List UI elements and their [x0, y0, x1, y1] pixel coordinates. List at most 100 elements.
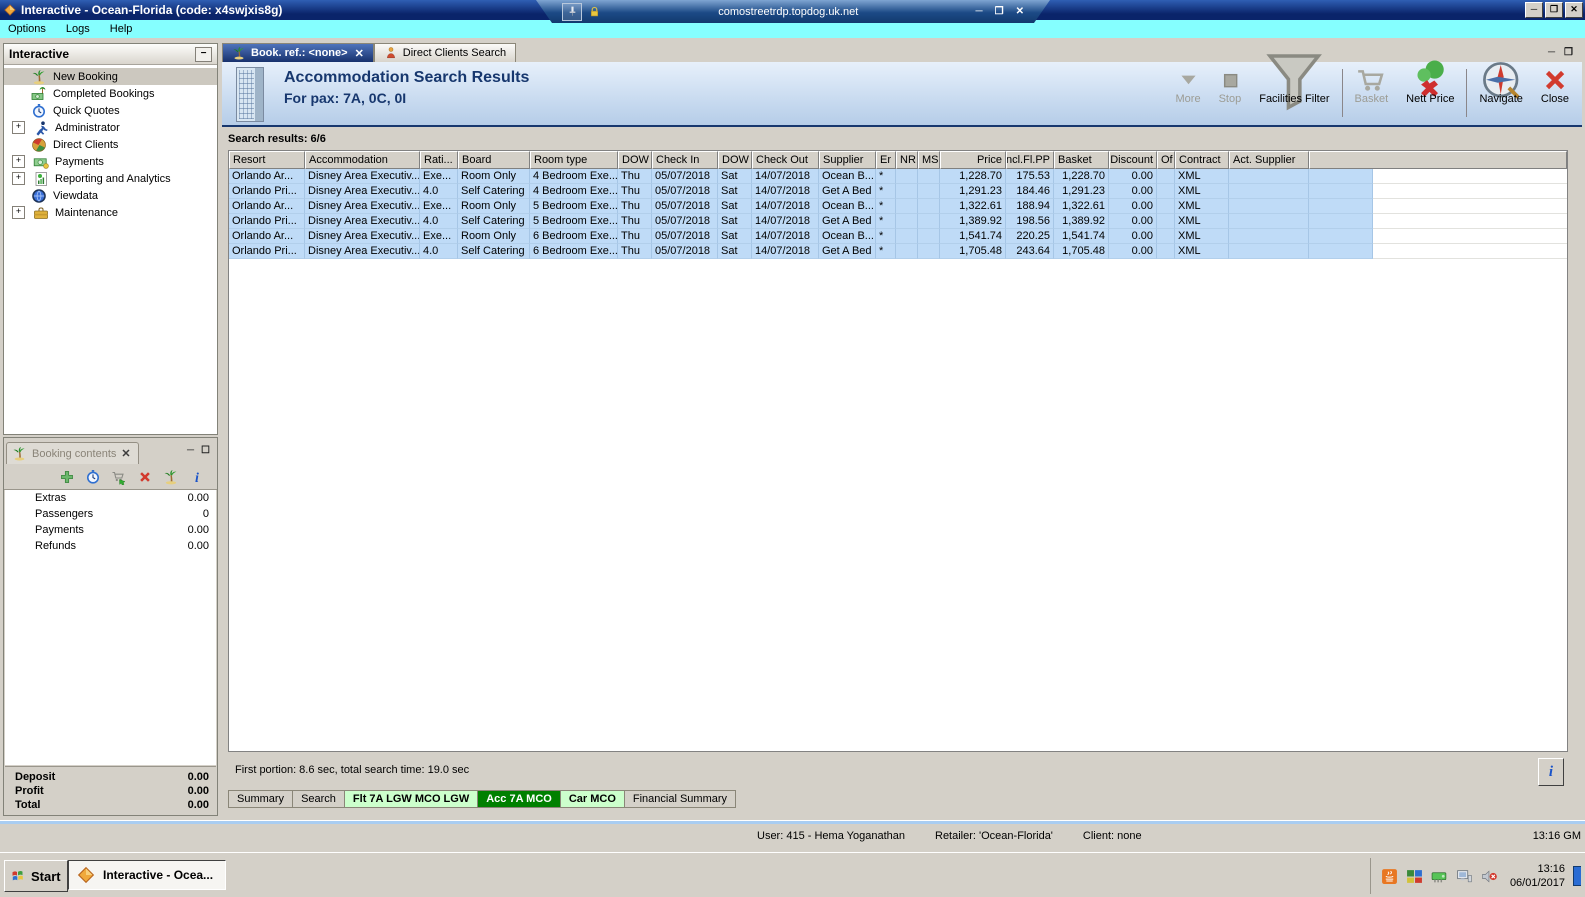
navigate-button[interactable]: Navigate [1470, 62, 1531, 105]
close-button[interactable]: Close [1532, 68, 1578, 105]
cell-supplier: Ocean B... [819, 199, 876, 214]
rdp-minimize-button[interactable]: ─ [976, 6, 983, 17]
column-header-resort[interactable]: Resort [229, 151, 305, 169]
booking-toolbar-info-icon[interactable]: i [189, 469, 205, 485]
menu-help[interactable]: Help [110, 23, 133, 35]
cell-of [1157, 184, 1175, 199]
booking-toolbar-quick-quotes-icon[interactable] [85, 469, 101, 485]
cell-rati: 4.0 [420, 214, 458, 229]
cell-nr [896, 169, 918, 184]
java-icon[interactable] [1381, 868, 1398, 885]
sidebar-item-quick-quotes[interactable]: Quick Quotes [4, 102, 217, 119]
section-tab-financial-summary[interactable]: Financial Summary [624, 790, 737, 808]
column-header-accommodation[interactable]: Accommodation [305, 151, 420, 169]
booking-toolbar-delete-icon[interactable] [137, 469, 153, 485]
cell-dow: Thu [618, 169, 652, 184]
column-header-discount[interactable]: Discount [1109, 151, 1157, 169]
new-booking-icon [232, 46, 246, 60]
column-header-board[interactable]: Board [458, 151, 530, 169]
table-row[interactable]: Orlando Pri... Disney Area Executiv... 4.0… [229, 244, 1567, 259]
column-header-check-out[interactable]: Check Out [752, 151, 819, 169]
expand-icon[interactable]: + [12, 172, 25, 185]
booking-contents-minimize-button[interactable]: ─ [187, 445, 194, 456]
column-header-supplier[interactable]: Supplier [819, 151, 876, 169]
table-row[interactable]: Orlando Ar... Disney Area Executiv... Exe.… [229, 199, 1567, 214]
section-tab-search[interactable]: Search [293, 790, 345, 808]
sidebar-collapse-button[interactable]: − [195, 46, 212, 62]
panel-minimize-button[interactable]: ─ [1548, 47, 1555, 58]
sidebar-item-maintenance[interactable]: + Maintenance [4, 204, 217, 221]
facilities-filter-button[interactable]: Facilities Filter [1250, 54, 1338, 111]
booking-contents-tab[interactable]: Booking contents ✕ [6, 442, 139, 464]
network-icon[interactable] [1456, 868, 1473, 885]
booking-toolbar-new-booking-icon[interactable] [163, 469, 179, 485]
rdp-restore-button[interactable]: ❐ [995, 6, 1004, 17]
cell-basket: 1,541.74 [1054, 229, 1109, 244]
expand-icon[interactable]: + [12, 155, 25, 168]
nett-price-button[interactable]: Nett Price [1397, 60, 1463, 105]
sidebar-item-administrator[interactable]: + Administrator [4, 119, 217, 136]
menu-options[interactable]: Options [8, 23, 46, 35]
column-header-basket[interactable]: Basket [1054, 151, 1109, 169]
rdp-pin-button[interactable] [562, 3, 582, 21]
column-header-room-type[interactable]: Room type [530, 151, 618, 169]
tab-close-icon[interactable]: ✕ [355, 47, 364, 60]
row-empty-area [1373, 199, 1567, 214]
column-header-of[interactable]: Of [1157, 151, 1175, 169]
booking-contents-maximize-button[interactable]: ☐ [201, 445, 210, 456]
taskbar-task-button[interactable]: Interactive - Ocea... [68, 860, 226, 890]
cell-accommodation: Disney Area Executiv... [305, 169, 420, 184]
restore-button[interactable]: ❐ [1545, 2, 1563, 18]
column-header-ms[interactable]: MS [918, 151, 940, 169]
pax-subtitle: For pax: 7A, 0C, 0I [284, 90, 407, 106]
colors-icon[interactable] [1406, 868, 1423, 885]
panel-maximize-button[interactable]: ❐ [1564, 47, 1573, 58]
expand-icon[interactable]: + [12, 121, 25, 134]
volume-muted-icon[interactable] [1481, 868, 1498, 885]
menu-logs[interactable]: Logs [66, 23, 90, 35]
table-row[interactable]: Orlando Ar... Disney Area Executiv... Exe.… [229, 169, 1567, 184]
expand-icon[interactable]: + [12, 206, 25, 219]
sidebar-item-direct-clients[interactable]: Direct Clients [4, 136, 217, 153]
column-header-rati[interactable]: Rati... [420, 151, 458, 169]
sidebar-item-new-booking[interactable]: New Booking [4, 68, 217, 85]
section-tab-car-mco[interactable]: Car MCO [560, 790, 625, 808]
booking-contents-row: Refunds 0.00 [5, 538, 216, 554]
sidebar-item-payments[interactable]: + Payments [4, 153, 217, 170]
column-header-er[interactable]: Er [876, 151, 896, 169]
tab-book-ref-none[interactable]: Book. ref.: <none> ✕ [222, 43, 374, 62]
section-tab-acc-7a-mco[interactable]: Acc 7A MCO [478, 790, 561, 808]
column-header-nr[interactable]: NR [896, 151, 918, 169]
column-header-price[interactable]: Price [940, 151, 1006, 169]
minimize-button[interactable]: ─ [1525, 2, 1543, 18]
table-row[interactable]: Orlando Pri... Disney Area Executiv... 4.0… [229, 214, 1567, 229]
table-row[interactable]: Orlando Ar... Disney Area Executiv... Exe.… [229, 229, 1567, 244]
section-tab-flt-7a-lgw-mco-lgw[interactable]: Flt 7A LGW MCO LGW [344, 790, 479, 808]
booking-contents-close-icon[interactable]: ✕ [121, 447, 130, 460]
booking-toolbar-add-icon[interactable] [59, 469, 75, 485]
sidebar-item-completed-bookings[interactable]: Completed Bookings [4, 85, 217, 102]
section-tab-summary[interactable]: Summary [228, 790, 294, 808]
rdp-close-button[interactable]: ✕ [1016, 6, 1024, 17]
column-header-check-in[interactable]: Check In [652, 151, 718, 169]
booking-total-value: 0.00 [187, 799, 209, 811]
network-card-icon[interactable] [1431, 868, 1448, 885]
tab-direct-clients-search[interactable]: Direct Clients Search [373, 43, 517, 62]
cell-dow: Thu [618, 199, 652, 214]
column-header-dow[interactable]: DOW [618, 151, 652, 169]
sidebar-item-viewdata[interactable]: Viewdata [4, 187, 217, 204]
info-button[interactable]: i [1538, 758, 1564, 786]
table-row[interactable]: Orlando Pri... Disney Area Executiv... 4.0… [229, 184, 1567, 199]
booking-contents-list: Extras 0.00 Passengers 0 Payments 0.00 Refunds… [5, 490, 216, 765]
cell-check-out: 14/07/2018 [752, 184, 819, 199]
column-header-dow[interactable]: DOW [718, 151, 752, 169]
close-button[interactable]: ✕ [1565, 2, 1583, 18]
page-title: Accommodation Search Results [284, 69, 530, 86]
sidebar-item-reporting-and-analytics[interactable]: + Reporting and Analytics [4, 170, 217, 187]
cell-room-type: 6 Bedroom Exe... [530, 229, 618, 244]
column-header-act-supplier[interactable]: Act. Supplier [1229, 151, 1309, 169]
column-header-contract[interactable]: Contract [1175, 151, 1229, 169]
start-button[interactable]: Start [4, 860, 68, 892]
column-header-incl-fl-pp[interactable]: Incl.Fl.PP [1006, 151, 1054, 169]
booking-toolbar-add-to-basket-icon[interactable] [111, 469, 127, 485]
